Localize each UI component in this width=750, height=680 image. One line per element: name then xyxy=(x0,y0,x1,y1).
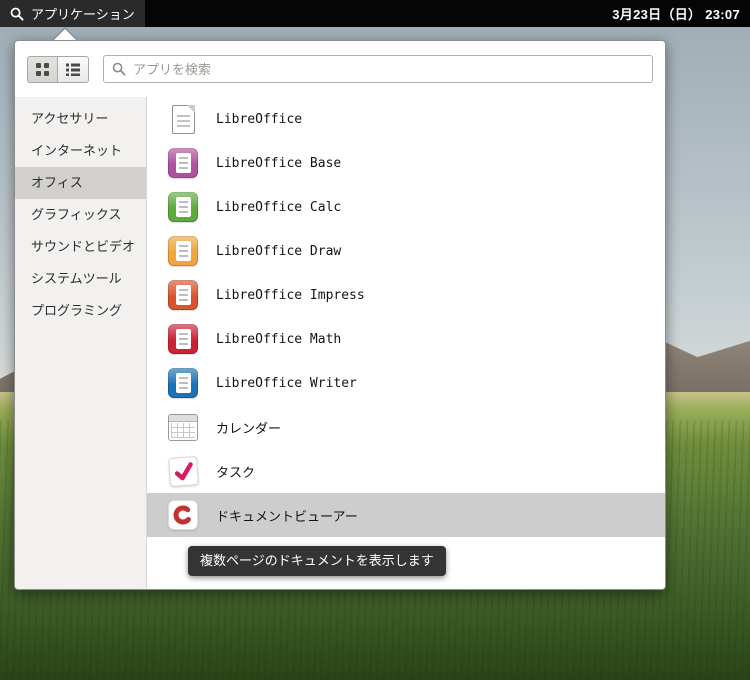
libreoffice-base-icon xyxy=(167,147,199,179)
app-label: LibreOffice xyxy=(216,111,303,127)
app-row-document-viewer[interactable]: ドキュメントビューアー xyxy=(147,493,665,537)
search-icon xyxy=(10,7,24,21)
popover-header xyxy=(15,41,665,97)
sidebar-item-sound-video[interactable]: サウンドとビデオ xyxy=(15,231,146,263)
app-row-tasks[interactable]: タスク xyxy=(147,449,665,493)
libreoffice-math-icon xyxy=(167,323,199,355)
sidebar-item-accessories[interactable]: アクセサリー xyxy=(15,103,146,135)
sidebar-item-graphics[interactable]: グラフィックス xyxy=(15,199,146,231)
app-search-box xyxy=(103,55,653,83)
app-label: LibreOffice Calc xyxy=(216,199,342,215)
app-row-libreoffice-math[interactable]: LibreOffice Math xyxy=(147,317,665,361)
app-row-libreoffice-base[interactable]: LibreOffice Base xyxy=(147,141,665,185)
application-list: LibreOffice LibreOffice Base LibreOffice… xyxy=(147,97,665,589)
app-row-libreoffice-draw[interactable]: LibreOffice Draw xyxy=(147,229,665,273)
app-row-libreoffice-impress[interactable]: LibreOffice Impress xyxy=(147,273,665,317)
grid-view-button[interactable] xyxy=(27,55,58,83)
calendar-icon xyxy=(167,411,199,443)
app-search-input[interactable] xyxy=(133,61,644,77)
screen: アプリケーション 3月23日（日） 23:07 アプリを検索 アクセサリー イン… xyxy=(0,0,750,680)
popover-arrow xyxy=(54,29,76,40)
tasks-icon xyxy=(167,455,199,487)
list-view-icon xyxy=(66,63,80,76)
app-row-libreoffice-calc[interactable]: LibreOffice Calc xyxy=(147,185,665,229)
applications-menu-label: アプリケーション xyxy=(31,7,135,22)
sidebar-item-office[interactable]: オフィス xyxy=(15,167,146,199)
sidebar-item-internet[interactable]: インターネット xyxy=(15,135,146,167)
top-bar: アプリケーション 3月23日（日） 23:07 xyxy=(0,0,750,27)
category-sidebar: アクセサリー インターネット オフィス グラフィックス サウンドとビデオ システ… xyxy=(15,97,147,589)
tooltip: 複数ページのドキュメントを表示します xyxy=(188,546,446,576)
app-label: LibreOffice Math xyxy=(216,331,342,347)
app-label: ドキュメントビューアー xyxy=(216,509,358,525)
sidebar-item-programming[interactable]: プログラミング xyxy=(15,295,146,327)
clock[interactable]: 3月23日（日） 23:07 xyxy=(612,4,750,23)
list-view-button[interactable] xyxy=(58,55,89,83)
libreoffice-writer-icon xyxy=(167,367,199,399)
sidebar-item-system-tools[interactable]: システムツール xyxy=(15,263,146,295)
app-label: LibreOffice Writer xyxy=(216,375,357,391)
libreoffice-icon xyxy=(167,103,199,135)
libreoffice-impress-icon xyxy=(167,279,199,311)
libreoffice-calc-icon xyxy=(167,191,199,223)
document-viewer-icon xyxy=(167,499,199,531)
grid-view-icon xyxy=(36,62,49,76)
view-toggle-group xyxy=(27,55,89,83)
applications-menu-button[interactable]: アプリケーション xyxy=(0,0,145,27)
app-label: LibreOffice Draw xyxy=(216,243,342,259)
app-row-libreoffice-writer[interactable]: LibreOffice Writer xyxy=(147,361,665,405)
applications-popover: アクセサリー インターネット オフィス グラフィックス サウンドとビデオ システ… xyxy=(14,40,666,590)
app-label: タスク xyxy=(216,465,256,481)
app-label: LibreOffice Base xyxy=(216,155,342,171)
app-label: カレンダー xyxy=(216,421,282,437)
app-row-calendar[interactable]: カレンダー xyxy=(147,405,665,449)
app-row-libreoffice[interactable]: LibreOffice xyxy=(147,97,665,141)
libreoffice-draw-icon xyxy=(167,235,199,267)
search-icon xyxy=(112,62,126,76)
app-label: LibreOffice Impress xyxy=(216,287,365,303)
popover-body: アクセサリー インターネット オフィス グラフィックス サウンドとビデオ システ… xyxy=(15,97,665,589)
